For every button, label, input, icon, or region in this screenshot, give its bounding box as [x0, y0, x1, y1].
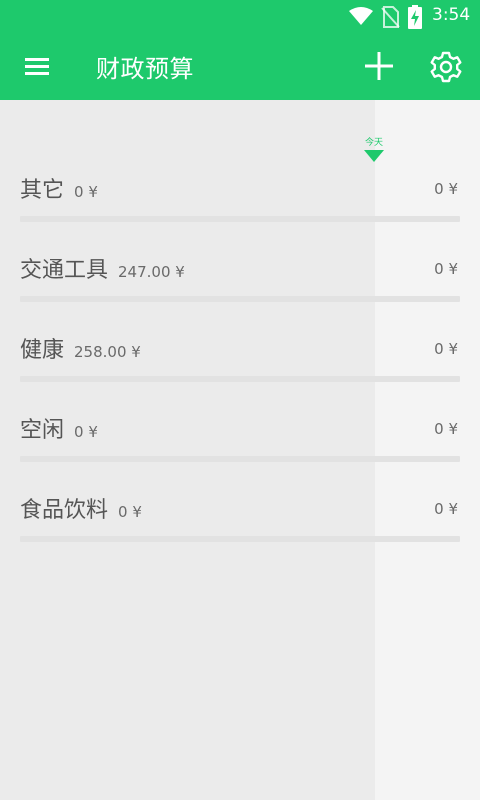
- page-title: 财政预算: [96, 55, 194, 83]
- category-name: 健康 258.00 ¥: [20, 338, 141, 363]
- category-spent: 258.00 ¥: [74, 343, 141, 361]
- budget-progress-bar: [20, 296, 460, 302]
- budget-progress-bar: [20, 376, 460, 382]
- category-budget: 0 ¥: [434, 420, 458, 438]
- app-bar: 财政预算: [0, 32, 480, 100]
- budget-progress-bar: [20, 456, 460, 462]
- category-budget: 0 ¥: [434, 500, 458, 518]
- category-budget: 0 ¥: [434, 340, 458, 358]
- category-name: 交通工具 247.00 ¥: [20, 258, 185, 283]
- category-name: 其它 0 ¥: [20, 178, 98, 203]
- category-spent: 0 ¥: [74, 423, 98, 441]
- budget-row-transport[interactable]: 交通工具 247.00 ¥ 0 ¥: [20, 256, 460, 316]
- budget-row-other[interactable]: 其它 0 ¥ 0 ¥: [20, 176, 460, 236]
- category-spent: 0 ¥: [118, 503, 142, 521]
- settings-icon[interactable]: [428, 49, 464, 85]
- category-budget: 0 ¥: [434, 260, 458, 278]
- category-name: 空闲 0 ¥: [20, 418, 98, 443]
- category-name: 食品饮料 0 ¥: [20, 498, 142, 523]
- today-marker: 今天: [362, 138, 386, 162]
- battery-charging-icon: [408, 5, 422, 29]
- today-arrow-icon: [364, 150, 384, 162]
- wifi-icon: [349, 7, 373, 25]
- budget-progress-bar: [20, 216, 460, 222]
- status-bar: 3:54: [0, 0, 480, 32]
- status-time: 3:54: [432, 5, 471, 25]
- budget-list: 今天 其它 0 ¥ 0 ¥ 交通工具 247.00 ¥ 0 ¥ 健康 258.00 ¥…: [0, 100, 480, 800]
- budget-row-food-drink[interactable]: 食品饮料 0 ¥ 0 ¥: [20, 496, 460, 556]
- no-sim-icon: [381, 6, 400, 28]
- budget-progress-bar: [20, 536, 460, 542]
- budget-row-health[interactable]: 健康 258.00 ¥ 0 ¥: [20, 336, 460, 396]
- category-budget: 0 ¥: [434, 180, 458, 198]
- category-spent: 247.00 ¥: [118, 263, 185, 281]
- today-label: 今天: [364, 138, 383, 148]
- budget-row-leisure[interactable]: 空闲 0 ¥ 0 ¥: [20, 416, 460, 476]
- menu-icon[interactable]: [22, 53, 52, 79]
- category-spent: 0 ¥: [74, 183, 98, 201]
- add-icon[interactable]: [362, 49, 396, 83]
